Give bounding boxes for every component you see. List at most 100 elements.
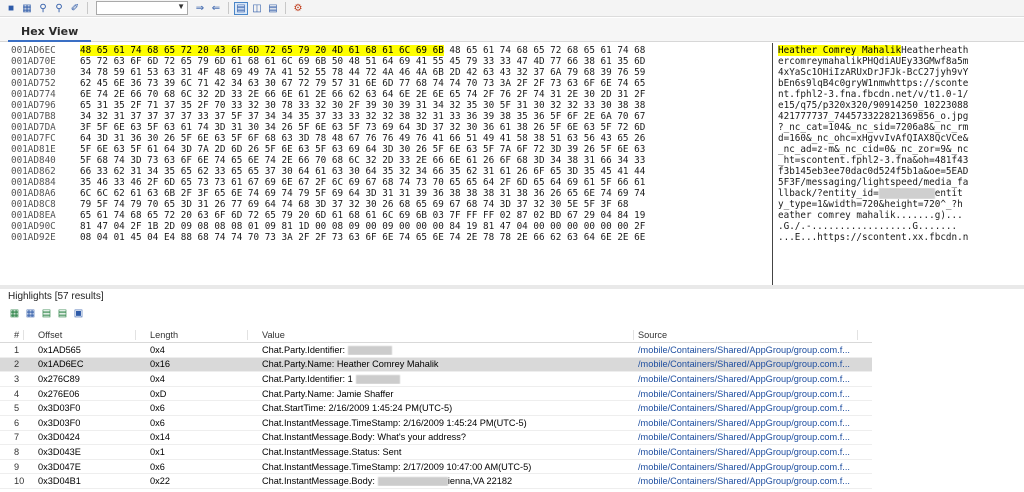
row-offset: 0x3D03F0: [24, 403, 136, 413]
view-split-icon[interactable]: ◫: [250, 2, 264, 15]
row-length-text: 0x4: [150, 373, 165, 384]
table-header: # Offset Length Value Source: [0, 328, 872, 343]
hex-row: 81 47 04 2F 1B 2D 09 08 08 08 01 09 81 1…: [80, 221, 646, 232]
column-header-source[interactable]: Source: [634, 330, 858, 340]
ascii-row: .G./.-..................G.......: [778, 221, 958, 232]
ascii-row: Heather Comrey MahalikHeatherheath: [778, 45, 1018, 56]
table-row[interactable]: 4 0x276E06 0xD Chat.Party.Name: Jamie Shaff…: [0, 387, 872, 402]
offset-label: 001AD8C8: [11, 199, 56, 210]
hex-row: 79 5F 74 79 70 65 3D 31 26 77 69 64 74 6…: [80, 199, 629, 210]
row-offset: 0x3D047E: [24, 462, 136, 472]
hex-row-rest: 48 65 61 74 68 65 72 68 65 61 74 68: [443, 45, 646, 56]
ascii-row: 4xYaSc1OHiIzARUxDrJFJk-BcC27jyh9vY: [778, 67, 969, 78]
row-length-text: 0x6: [150, 417, 165, 428]
tools-icon[interactable]: ⚙: [291, 2, 305, 15]
hex-row: 34 78 59 61 53 63 31 4F 48 69 49 7A 41 5…: [80, 67, 646, 78]
column-header-length[interactable]: Length: [136, 330, 248, 340]
row-offset: 0x1AD565: [24, 345, 136, 355]
row-number: 6: [0, 418, 24, 428]
row-value-text: Chat.InstantMessage.TimeStamp: 2/17/2009…: [262, 461, 532, 472]
toolbar-dropdown[interactable]: ▼: [96, 1, 188, 15]
row-number-text: 5: [14, 403, 20, 414]
row-length-text: 0x6: [150, 403, 165, 414]
hex-row: 35 46 33 46 2F 6D 65 73 73 61 67 69 6E 6…: [80, 177, 646, 188]
row-number: 3: [0, 374, 24, 384]
toolbar-divider: [87, 2, 88, 14]
find-icon[interactable]: ⚲: [36, 2, 50, 15]
tab-hex-view[interactable]: Hex View: [8, 22, 92, 42]
hex-row: 65 61 74 68 65 72 20 63 6F 6D 72 65 79 2…: [80, 210, 646, 221]
row-offset-text: 0x1AD6EC: [38, 359, 84, 370]
row-source-text: /mobile/Containers/Shared/AppGroup/group…: [638, 446, 850, 457]
offset-label: 001AD796: [11, 100, 56, 111]
row-number-text: 1: [14, 344, 20, 355]
row-source: /mobile/Containers/Shared/AppGroup/group…: [634, 418, 858, 428]
row-length-text: 0x14: [150, 432, 170, 443]
view-hex-icon[interactable]: ▤: [234, 1, 248, 15]
row-value-text: Chat.InstantMessage.Body:: [262, 476, 375, 487]
table-row[interactable]: 8 0x3D043E 0x1 Chat.InstantMessage.Status: …: [0, 445, 872, 460]
row-value: Chat.Party.Identifier: 1: [248, 374, 634, 385]
row-source-text: /mobile/Containers/Shared/AppGroup/group…: [638, 417, 850, 428]
row-number: 10: [0, 476, 24, 486]
column-header-value[interactable]: Value: [248, 330, 634, 340]
filter-icon[interactable]: ▤: [56, 307, 69, 319]
row-length-text: 0xD: [150, 388, 167, 399]
row-number-text: 6: [14, 417, 20, 428]
ascii-row-text: llback/?entity_id=: [778, 188, 879, 199]
offset-label: 001AD70E: [11, 56, 56, 67]
row-value-suffix: ienna,VA 22182: [447, 476, 513, 487]
row-number: 5: [0, 403, 24, 413]
table-row[interactable]: 1 0x1AD565 0x4 Chat.Party.Identifier: /mobil…: [0, 343, 872, 358]
row-offset-text: 0x3D047E: [38, 461, 81, 472]
row-length: 0x6: [136, 418, 248, 428]
column-header-num[interactable]: #: [0, 330, 24, 340]
copy-icon[interactable]: ▣: [72, 307, 85, 319]
table-row[interactable]: 9 0x3D047E 0x6 Chat.InstantMessage.TimeStam…: [0, 460, 872, 475]
goto-icon[interactable]: ⇒: [193, 2, 207, 15]
find-next-icon[interactable]: ⚲: [52, 2, 66, 15]
column-header-offset[interactable]: Offset: [24, 330, 136, 340]
chevron-down-icon: ▼: [177, 2, 185, 11]
table-row[interactable]: 10 0x3D04B1 0x22 Chat.InstantMessage.Body: i…: [0, 474, 872, 489]
row-offset-text: 0x276C89: [38, 373, 80, 384]
table-row[interactable]: 6 0x3D03F0 0x6 Chat.InstantMessage.TimeStam…: [0, 416, 872, 431]
byte-column: 48 65 61 74 68 65 72 20 43 6F 6D 72 65 7…: [80, 45, 770, 243]
row-offset: 0x1AD6EC: [24, 359, 136, 369]
row-value: Chat.InstantMessage.Body: ienna,VA 22182: [248, 476, 634, 487]
ascii-row: e15/q75/p320x320/90914250_10223088: [778, 100, 969, 111]
save-icon[interactable]: ■: [4, 2, 18, 15]
table-row[interactable]: 7 0x3D0424 0x14 Chat.InstantMessage.Body: W…: [0, 431, 872, 446]
offset-column: 001AD6EC 001AD70E 001AD730 001AD752 001AD774…: [11, 45, 77, 243]
export-icon[interactable]: ▤: [40, 307, 53, 319]
row-number-text: 8: [14, 446, 20, 457]
table-row[interactable]: 2 0x1AD6EC 0x16 Chat.Party.Name: Heather Co…: [0, 357, 872, 373]
row-source-text: /mobile/Containers/Shared/AppGroup/group…: [638, 344, 850, 355]
row-length-text: 0x22: [150, 476, 170, 487]
horizontal-scrollbar[interactable]: [0, 285, 1024, 289]
ascii-row: ?_nc_cat=104&_nc_sid=7206a8&_nc_rm: [778, 122, 969, 133]
hex-row: 65 72 63 6F 6D 72 65 79 6D 61 68 61 6C 6…: [80, 56, 646, 67]
goto-back-icon[interactable]: ⇐: [209, 2, 223, 15]
hex-row: 48 65 61 74 68 65 72 20 43 6F 6D 72 65 7…: [80, 45, 770, 56]
redacted-block: [348, 345, 393, 355]
row-value: Chat.Party.Name: Heather Comrey Mahalik: [248, 359, 634, 369]
row-length: 0x6: [136, 462, 248, 472]
row-number-text: 2: [14, 359, 20, 370]
row-source-text: /mobile/Containers/Shared/AppGroup/group…: [638, 359, 850, 370]
hex-pane[interactable]: 001AD6EC 001AD70E 001AD730 001AD752 001AD774…: [0, 43, 1024, 285]
paperclip-icon[interactable]: ✐: [68, 2, 82, 15]
row-offset-text: 0x3D0424: [38, 432, 80, 443]
hex-row: 65 31 35 2F 71 37 35 2F 70 33 32 30 78 3…: [80, 100, 646, 111]
table-row[interactable]: 5 0x3D03F0 0x6 Chat.StartTime: 2/16/2009 1:…: [0, 401, 872, 416]
offset-label: 001AD8EA: [11, 210, 56, 221]
row-source: /mobile/Containers/Shared/AppGroup/group…: [634, 345, 858, 355]
row-source: /mobile/Containers/Shared/AppGroup/group…: [634, 447, 858, 457]
excel-export-icon[interactable]: ▦: [8, 307, 21, 319]
table-row[interactable]: 3 0x276C89 0x4 Chat.Party.Identifier: 1/mob…: [0, 372, 872, 387]
offset-label: 001AD730: [11, 67, 56, 78]
view-text-icon[interactable]: ▤: [266, 2, 280, 15]
grid-icon[interactable]: ▦: [24, 307, 37, 319]
save-as-icon[interactable]: ▦: [20, 2, 34, 15]
row-length-text: 0x4: [150, 344, 165, 355]
